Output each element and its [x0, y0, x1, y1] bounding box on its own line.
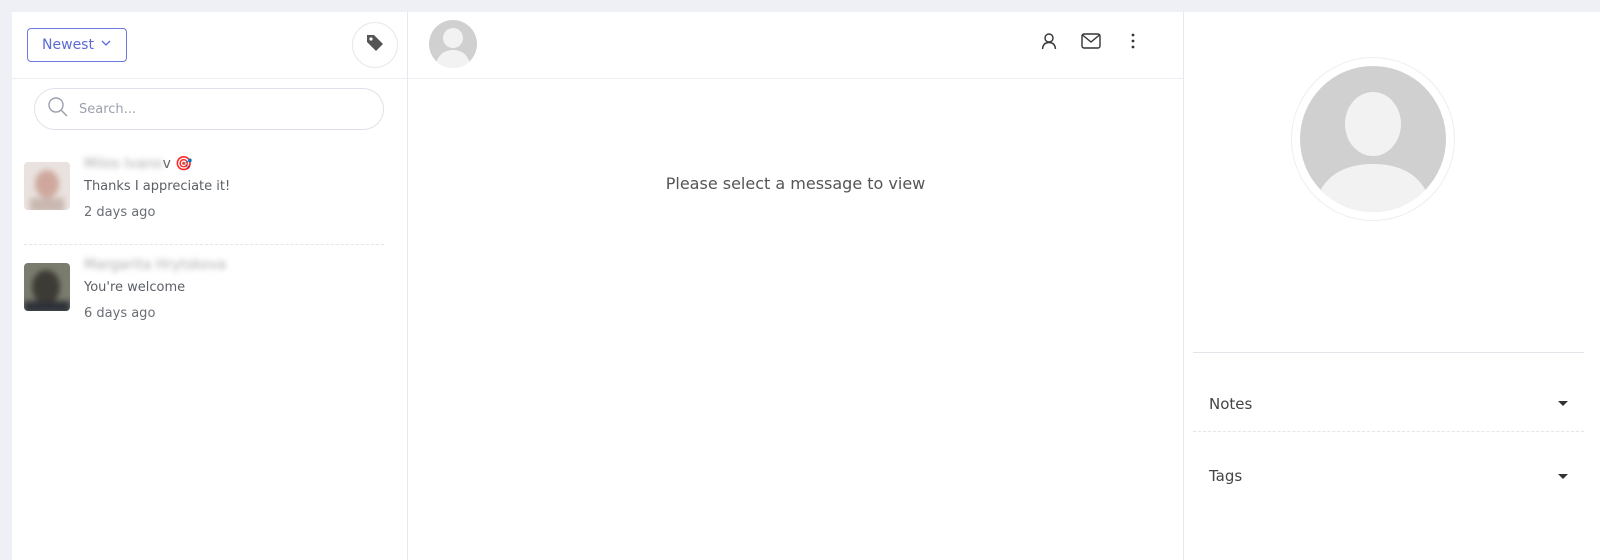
avatar	[24, 162, 70, 210]
sort-dropdown[interactable]: Newest	[27, 28, 127, 62]
profile-button[interactable]	[1039, 32, 1059, 54]
sort-dropdown-label: Newest	[42, 37, 94, 53]
conversation-preview: You're welcome	[84, 280, 186, 295]
target-emoji-icon: 🎯	[175, 156, 193, 172]
search-input[interactable]	[77, 100, 371, 118]
conversation-name: Milos Ivanov 🎯	[84, 156, 193, 172]
message-panel: Please select a message to view	[408, 12, 1184, 560]
notes-label: Notes	[1209, 394, 1253, 413]
chevron-down-icon	[100, 37, 112, 53]
conversation-name-redacted: Milos Ivano	[84, 156, 163, 172]
notes-section-toggle[interactable]: Notes	[1193, 376, 1584, 432]
header-actions	[1039, 32, 1143, 54]
avatar	[24, 263, 70, 311]
more-options-button[interactable]	[1123, 32, 1143, 54]
app: Newest Search... Milos Ivanov 🎯 Thanks I…	[12, 12, 1600, 560]
email-button[interactable]	[1081, 32, 1101, 54]
caret-down-icon	[1558, 401, 1568, 406]
conversation-preview: Thanks I appreciate it!	[84, 179, 231, 194]
conversation-item[interactable]: Margarita Hrytskova You're welcome 6 day…	[24, 255, 384, 345]
conversation-time: 2 days ago	[84, 205, 156, 220]
mail-icon	[1081, 33, 1101, 53]
divider	[1193, 352, 1584, 353]
conversation-item[interactable]: Milos Ivanov 🎯 Thanks I appreciate it! 2…	[24, 154, 384, 245]
list-toolbar: Newest	[12, 12, 407, 79]
conversation-name-redacted: Margarita Hrytskova	[84, 257, 227, 273]
tag-filter-button[interactable]	[352, 22, 398, 68]
message-header	[408, 12, 1183, 79]
user-icon	[1040, 32, 1058, 54]
contact-avatar	[429, 20, 477, 68]
empty-state-message: Please select a message to view	[665, 174, 926, 193]
tags-section-toggle[interactable]: Tags	[1193, 448, 1584, 504]
caret-down-icon	[1558, 473, 1568, 479]
profile-picture	[1300, 66, 1446, 212]
conversation-time: 6 days ago	[84, 306, 156, 321]
more-vertical-icon	[1130, 33, 1136, 53]
search-box	[34, 88, 384, 130]
conversation-list-panel: Newest Search... Milos Ivanov 🎯 Thanks I…	[12, 12, 408, 560]
contact-details-panel: Notes Tags	[1184, 12, 1600, 560]
search-icon	[47, 96, 69, 122]
conversation-name-tail: v	[162, 156, 171, 172]
tags-label: Tags	[1209, 467, 1243, 485]
conversation-name: Margarita Hrytskova	[84, 257, 226, 273]
profile-picture-frame	[1291, 57, 1455, 221]
tag-icon	[365, 33, 385, 57]
